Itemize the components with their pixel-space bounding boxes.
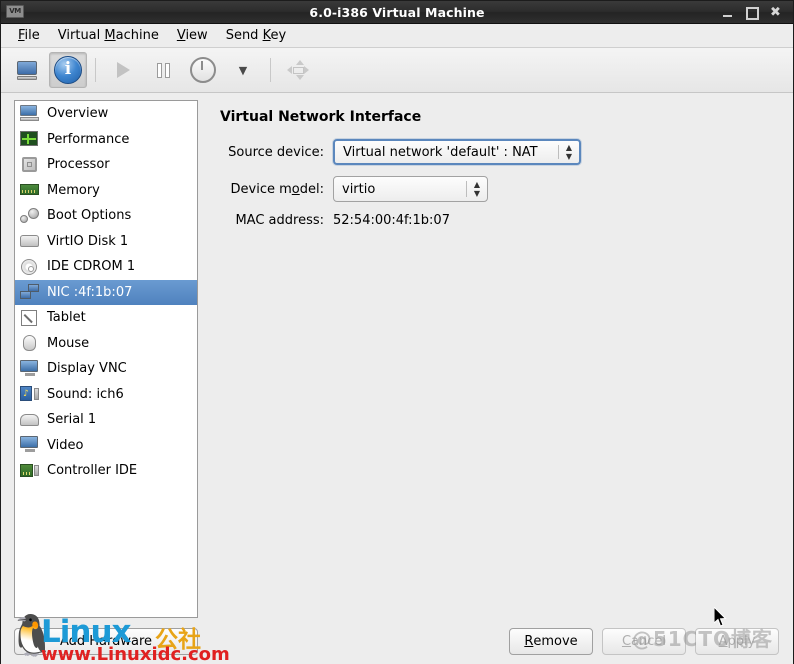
sidebar-item-serial-1[interactable]: Serial 1	[15, 407, 197, 433]
hardware-list[interactable]: Overview Performance Processor Memory Bo…	[14, 100, 198, 618]
sidebar-item-virtio-disk-1[interactable]: VirtIO Disk 1	[15, 229, 197, 255]
body-area: Overview Performance Processor Memory Bo…	[1, 93, 793, 664]
maximize-icon[interactable]	[745, 6, 759, 20]
menu-virtual-machine[interactable]: Virtual Machine	[49, 26, 168, 45]
device-model-label: Device model:	[230, 181, 324, 197]
sidebar-item-overview[interactable]: Overview	[15, 101, 197, 127]
fullscreen-icon	[287, 60, 309, 80]
sidebar-item-ide-cdrom-1[interactable]: IDE CDROM 1	[15, 254, 197, 280]
sound-icon: ♪	[20, 385, 39, 403]
sidebar-item-label: VirtIO Disk 1	[47, 233, 129, 249]
sidebar-item-controller-ide[interactable]: Controller IDE	[15, 458, 197, 484]
sidebar-item-mouse[interactable]: Mouse	[15, 331, 197, 357]
run-button[interactable]	[104, 52, 142, 88]
sidebar-item-memory[interactable]: Memory	[15, 178, 197, 204]
mac-address-row: MAC address: 52:54:00:4f:1b:07	[220, 213, 793, 228]
source-device-row: Source device: Virtual network 'default'…	[220, 139, 793, 165]
sidebar-item-label: Tablet	[47, 310, 86, 326]
device-model-select[interactable]: virtio ▲ ▼	[333, 176, 488, 202]
toolbar: i ▼	[1, 48, 793, 93]
shutdown-menu-button[interactable]: ▼	[224, 52, 262, 88]
footer-buttons: Remove Cancel Apply	[509, 628, 779, 655]
remove-button[interactable]: Remove	[509, 628, 593, 655]
sidebar-item-label: Serial 1	[47, 412, 97, 428]
cancel-button[interactable]: Cancel	[602, 628, 686, 655]
chevron-down-icon: ▼	[238, 63, 248, 77]
virt-manager-window: VM 6.0-i386 Virtual Machine ✖ File Virtu…	[0, 0, 794, 664]
detail-pane: Virtual Network Interface Source device:…	[198, 93, 793, 664]
source-device-label: Source device:	[228, 144, 324, 160]
shutdown-button[interactable]	[184, 52, 222, 88]
sidebar-item-nic[interactable]: NIC :4f:1b:07	[15, 279, 197, 305]
video-icon	[20, 436, 39, 454]
mac-address-label: MAC address:	[235, 213, 324, 228]
sidebar-item-display-vnc[interactable]: Display VNC	[15, 356, 197, 382]
gears-icon	[20, 207, 39, 224]
menu-view[interactable]: View	[168, 26, 217, 45]
mouse-icon	[20, 334, 39, 352]
play-icon	[116, 62, 130, 78]
sidebar-item-video[interactable]: Video	[15, 433, 197, 459]
controller-icon	[20, 463, 39, 479]
tablet-icon	[20, 309, 39, 327]
sidebar-item-label: Memory	[47, 182, 100, 198]
computer-icon	[20, 104, 39, 123]
page-title: Virtual Network Interface	[220, 109, 422, 125]
toolbar-separator-1	[95, 58, 96, 82]
source-device-value: Virtual network 'default' : NAT	[343, 144, 538, 160]
sidebar-item-label: Mouse	[47, 335, 90, 351]
power-icon	[190, 57, 216, 83]
pause-button[interactable]	[144, 52, 182, 88]
titlebar: VM 6.0-i386 Virtual Machine ✖	[1, 1, 793, 24]
menubar: File Virtual Machine View Send Key	[1, 24, 793, 48]
menu-file-label: ile	[24, 28, 40, 43]
serial-icon	[20, 411, 39, 429]
monitor-icon	[17, 60, 39, 80]
show-details-button[interactable]: i	[49, 52, 87, 88]
sidebar-item-label: IDE CDROM 1	[47, 259, 136, 275]
toolbar-separator-2	[270, 58, 271, 82]
chevron-updown-icon: ▲ ▼	[473, 180, 481, 198]
chart-icon	[20, 130, 39, 148]
mac-address-value: 52:54:00:4f:1b:07	[333, 213, 450, 228]
memory-icon	[20, 181, 39, 199]
sidebar-item-label: Performance	[47, 131, 130, 147]
info-icon: i	[54, 56, 82, 84]
sidebar-item-processor[interactable]: Processor	[15, 152, 197, 178]
menu-file[interactable]: File	[9, 26, 49, 45]
sidebar-item-boot-options[interactable]: Boot Options	[15, 203, 197, 229]
fullscreen-button[interactable]	[279, 52, 317, 88]
sidebar-item-label: Sound: ich6	[47, 386, 124, 402]
close-icon[interactable]: ✖	[769, 6, 782, 19]
device-model-value: virtio	[342, 181, 376, 197]
add-hardware-label: Add Hardware	[59, 634, 153, 649]
sidebar-item-label: Overview	[47, 106, 109, 122]
chevron-updown-icon: ▲ ▼	[565, 143, 573, 161]
add-hardware-button[interactable]: Add Hardware	[14, 628, 198, 655]
sidebar-item-performance[interactable]: Performance	[15, 127, 197, 153]
window-title: 6.0-i386 Virtual Machine	[309, 4, 485, 20]
sidebar-item-label: Processor	[47, 157, 110, 173]
minimize-icon[interactable]	[721, 6, 734, 19]
sidebar-item-label: Controller IDE	[47, 463, 138, 479]
sidebar-item-label: Video	[47, 437, 84, 453]
pause-icon	[156, 62, 170, 78]
cdrom-icon	[20, 258, 39, 276]
display-icon	[20, 359, 39, 378]
sidebar-item-label: Display VNC	[47, 361, 127, 377]
source-device-select[interactable]: Virtual network 'default' : NAT ▲ ▼	[333, 139, 581, 165]
show-console-button[interactable]	[9, 52, 47, 88]
vm-icon: VM	[6, 5, 24, 19]
sidebar-item-label: NIC :4f:1b:07	[47, 284, 133, 300]
cpu-icon	[20, 156, 39, 174]
sidebar-item-label: Boot Options	[47, 208, 132, 224]
device-model-row: Device model: virtio ▲ ▼	[220, 176, 793, 202]
apply-button[interactable]: Apply	[695, 628, 779, 655]
network-icon	[20, 283, 39, 301]
menu-send-key[interactable]: Send Key	[217, 26, 295, 45]
window-controls: ✖	[721, 6, 793, 20]
harddisk-icon	[20, 232, 39, 250]
sidebar-item-tablet[interactable]: Tablet	[15, 305, 197, 331]
sidebar-item-sound[interactable]: ♪ Sound: ich6	[15, 382, 197, 408]
